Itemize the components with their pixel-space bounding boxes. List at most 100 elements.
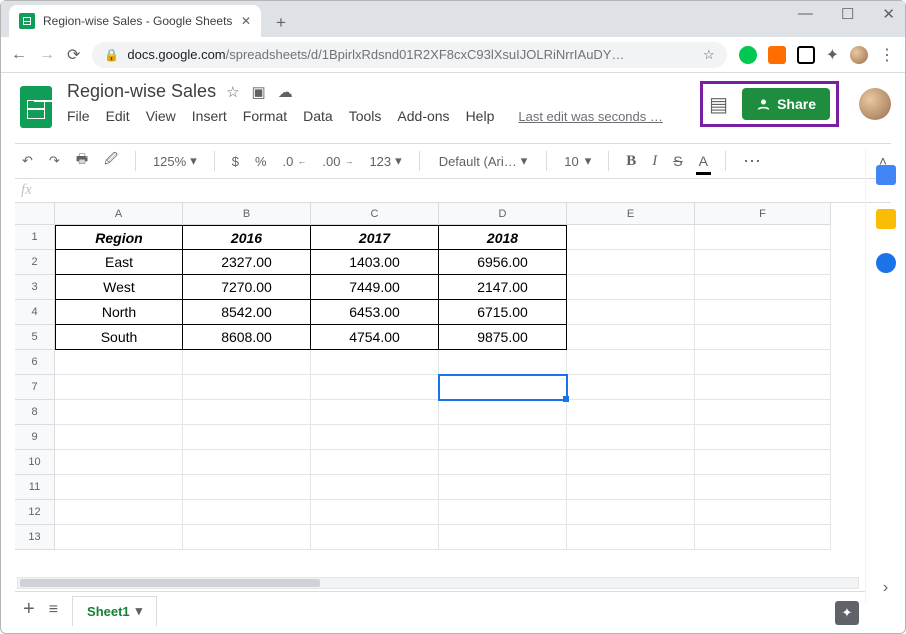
col-header[interactable]: D xyxy=(439,203,567,225)
cell[interactable]: 7270.00 xyxy=(183,275,311,300)
cell[interactable]: West xyxy=(55,275,183,300)
cell[interactable]: 6453.00 xyxy=(311,300,439,325)
row-header[interactable]: 13 xyxy=(15,525,55,550)
cell[interactable] xyxy=(55,350,183,375)
cell[interactable] xyxy=(439,500,567,525)
url-field[interactable]: 🔒 docs.google.com/spreadsheets/d/1Bpirlx… xyxy=(92,42,726,68)
cell[interactable]: South xyxy=(55,325,183,350)
cell[interactable] xyxy=(439,400,567,425)
menu-format[interactable]: Format xyxy=(243,108,287,124)
cell[interactable]: 8608.00 xyxy=(183,325,311,350)
strike-button[interactable]: S xyxy=(670,150,685,172)
document-title[interactable]: Region-wise Sales xyxy=(67,81,216,102)
extensions-puzzle-icon[interactable]: ✦ xyxy=(826,45,839,65)
cell[interactable] xyxy=(439,525,567,550)
nav-forward-icon[interactable]: → xyxy=(39,46,55,64)
cell[interactable] xyxy=(695,475,831,500)
cell[interactable] xyxy=(183,425,311,450)
cell[interactable] xyxy=(183,500,311,525)
window-maximize-icon[interactable]: ☐ xyxy=(841,5,854,23)
cell[interactable] xyxy=(567,225,695,250)
cell[interactable] xyxy=(567,450,695,475)
row-header[interactable]: 11 xyxy=(15,475,55,500)
print-icon[interactable]: 🖶 xyxy=(73,147,91,175)
row-header[interactable]: 4 xyxy=(15,300,55,325)
cell[interactable] xyxy=(439,350,567,375)
cell[interactable] xyxy=(183,475,311,500)
cell[interactable]: East xyxy=(55,250,183,275)
menu-insert[interactable]: Insert xyxy=(192,108,227,124)
col-header[interactable]: A xyxy=(55,203,183,225)
cell[interactable] xyxy=(695,225,831,250)
cell[interactable]: North xyxy=(55,300,183,325)
cell[interactable]: 2147.00 xyxy=(439,275,567,300)
zoom-select[interactable]: 125% ▾ xyxy=(150,150,200,172)
row-header[interactable]: 10 xyxy=(15,450,55,475)
cell[interactable] xyxy=(439,450,567,475)
cell[interactable] xyxy=(311,400,439,425)
cloud-status-icon[interactable]: ☁ xyxy=(278,83,293,101)
col-header[interactable]: C xyxy=(311,203,439,225)
cell[interactable] xyxy=(567,250,695,275)
sheets-logo-icon[interactable] xyxy=(15,81,57,133)
chevron-down-icon[interactable]: ▾ xyxy=(136,603,143,619)
cell[interactable] xyxy=(567,300,695,325)
sheet-tab[interactable]: Sheet1 ▾ xyxy=(72,596,157,626)
cell[interactable] xyxy=(695,350,831,375)
cell[interactable] xyxy=(311,475,439,500)
col-header[interactable]: F xyxy=(695,203,831,225)
font-family-select[interactable]: Default (Ari…▾ xyxy=(434,150,533,172)
extension-icon[interactable] xyxy=(739,46,757,64)
last-edit-link[interactable]: Last edit was seconds … xyxy=(518,109,663,124)
select-all-corner[interactable] xyxy=(15,203,55,225)
move-document-icon[interactable]: ▣ xyxy=(252,83,266,101)
extension-icon[interactable] xyxy=(768,46,786,64)
cell[interactable]: 9875.00 xyxy=(439,325,567,350)
cell[interactable] xyxy=(183,525,311,550)
menu-view[interactable]: View xyxy=(146,108,176,124)
row-header[interactable]: 3 xyxy=(15,275,55,300)
menu-edit[interactable]: Edit xyxy=(106,108,130,124)
cell[interactable] xyxy=(567,350,695,375)
active-cell[interactable] xyxy=(439,375,567,400)
cell[interactable] xyxy=(695,450,831,475)
cell[interactable] xyxy=(695,275,831,300)
menu-addons[interactable]: Add-ons xyxy=(397,108,449,124)
cell[interactable] xyxy=(55,425,183,450)
cell[interactable] xyxy=(311,425,439,450)
cell[interactable] xyxy=(55,400,183,425)
cell[interactable]: 8542.00 xyxy=(183,300,311,325)
cell[interactable] xyxy=(695,500,831,525)
cell[interactable]: 2018 xyxy=(439,225,567,250)
cell[interactable]: 1403.00 xyxy=(311,250,439,275)
cell[interactable] xyxy=(55,525,183,550)
cell[interactable] xyxy=(55,375,183,400)
cell[interactable] xyxy=(183,400,311,425)
browser-tab[interactable]: Region-wise Sales - Google Sheets ✕ xyxy=(9,5,261,37)
cell[interactable] xyxy=(567,275,695,300)
cell[interactable] xyxy=(695,300,831,325)
cell[interactable] xyxy=(55,475,183,500)
more-toolbar-icon[interactable]: ⋯ xyxy=(740,148,766,175)
all-sheets-icon[interactable]: ≡ xyxy=(49,601,58,619)
calendar-addon-icon[interactable] xyxy=(876,165,896,185)
cell[interactable]: 2327.00 xyxy=(183,250,311,275)
row-header[interactable]: 2 xyxy=(15,250,55,275)
cell[interactable] xyxy=(567,500,695,525)
cell[interactable] xyxy=(567,425,695,450)
share-button[interactable]: Share xyxy=(742,88,830,120)
bold-button[interactable]: B xyxy=(623,150,639,173)
cell[interactable]: 7449.00 xyxy=(311,275,439,300)
cell[interactable] xyxy=(567,475,695,500)
cell[interactable] xyxy=(439,425,567,450)
cell[interactable]: 6956.00 xyxy=(439,250,567,275)
tasks-addon-icon[interactable] xyxy=(876,253,896,273)
horizontal-scrollbar[interactable] xyxy=(17,577,859,589)
account-avatar[interactable] xyxy=(859,88,891,120)
chrome-menu-icon[interactable]: ⋮ xyxy=(879,45,895,65)
star-document-icon[interactable]: ☆ xyxy=(226,83,239,101)
cell[interactable] xyxy=(183,375,311,400)
star-icon[interactable]: ☆ xyxy=(703,47,715,63)
window-minimize-icon[interactable]: — xyxy=(798,5,813,23)
undo-icon[interactable]: ↶ xyxy=(19,150,36,172)
